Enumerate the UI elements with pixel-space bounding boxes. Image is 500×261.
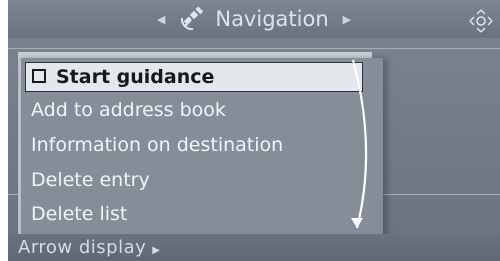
menu-item-label: Information on destination: [31, 134, 284, 156]
title-bar: ◀ Navigation ▶: [8, 0, 500, 38]
title-right-arrow-icon[interactable]: ▶: [343, 13, 351, 26]
menu-item-add-to-address-book[interactable]: Add to address book: [31, 94, 226, 126]
menu-item-delete-entry[interactable]: Delete entry: [31, 164, 150, 196]
controller-icon: [469, 9, 493, 33]
menu-item-label: Delete entry: [31, 169, 150, 191]
right-arrow-icon: ▶: [152, 245, 161, 256]
scroll-down-arrow-icon: [351, 218, 363, 228]
menu-item-delete-list[interactable]: Delete list: [31, 198, 127, 230]
page-title: Navigation: [215, 7, 329, 31]
bottom-bar: Arrow display ▶: [8, 234, 500, 261]
context-menu: Start guidance Add to address book Infor…: [18, 58, 383, 238]
menu-item-information-on-destination[interactable]: Information on destination: [31, 129, 283, 161]
arrow-display-label: Arrow display: [18, 237, 147, 258]
checkbox-icon: [32, 68, 46, 83]
satellite-icon: [181, 6, 204, 31]
scroll-indicator[interactable]: [347, 58, 383, 238]
title-left-arrow-icon[interactable]: ◀: [157, 13, 165, 26]
arrow-display-option[interactable]: Arrow display ▶: [18, 234, 160, 261]
menu-item-label: Add to address book: [31, 99, 226, 121]
menu-item-label: Start guidance: [56, 66, 215, 88]
menu-item-label: Delete list: [31, 203, 128, 225]
menu-item-start-guidance[interactable]: Start guidance: [25, 62, 363, 92]
screen: ◀ Navigation ▶ Start guidance Add to add…: [8, 0, 500, 261]
